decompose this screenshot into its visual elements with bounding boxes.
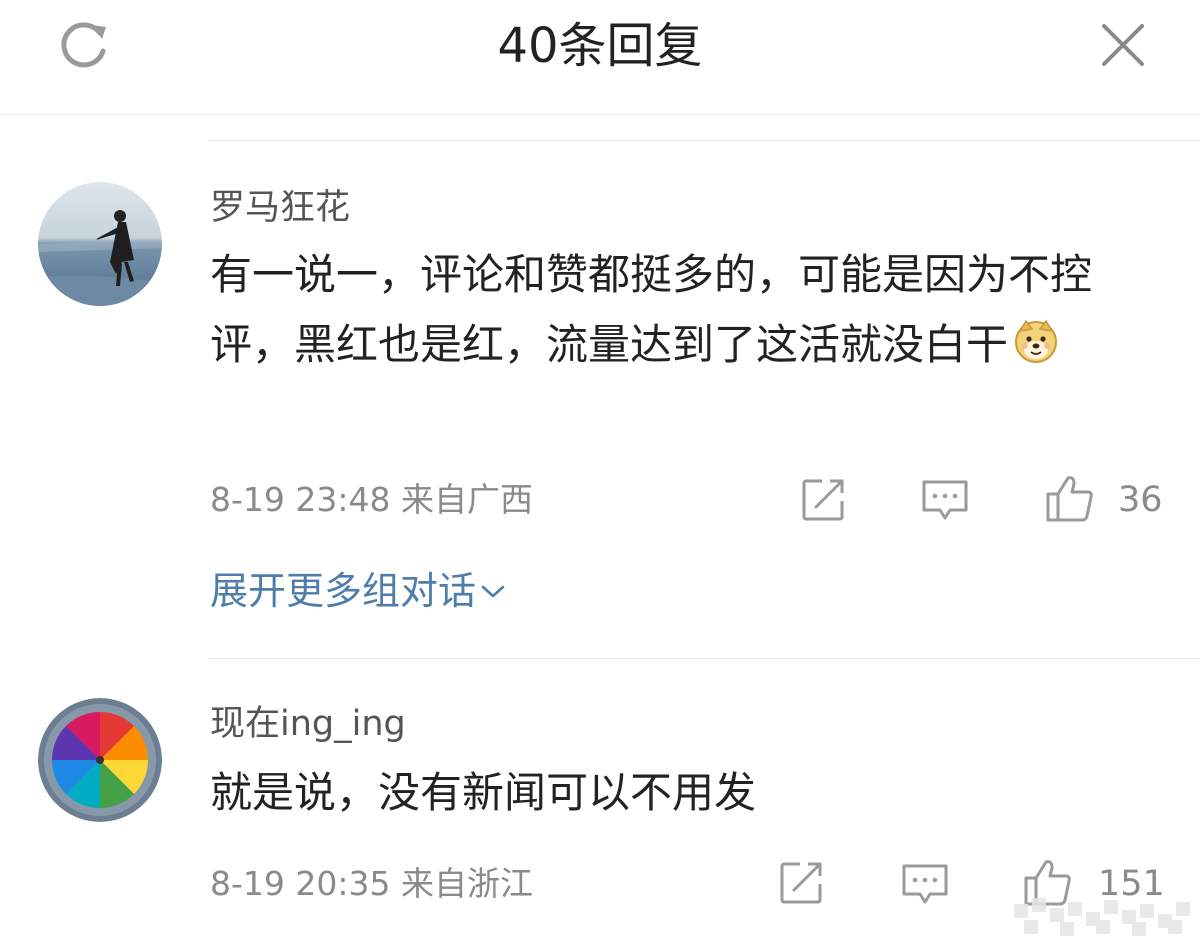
comment-icon[interactable] — [900, 862, 950, 908]
divider — [208, 140, 1200, 141]
timestamp: 8-19 20:35 — [210, 864, 391, 903]
divider — [208, 658, 1200, 659]
comment-text-body: 有一说一，评论和赞都挺多的，可能是因为不控评，黑红也是红，流量达到了这活就没白干 — [210, 250, 1093, 369]
comment-text: 就是说，没有新闻可以不用发 — [210, 768, 757, 817]
header-bar: 40条回复 — [0, 0, 1200, 115]
timestamp: 8-19 23:48 — [210, 480, 391, 519]
page-title: 40条回复 — [497, 18, 703, 74]
doge-emoji — [1012, 316, 1060, 386]
location: 来自浙江 — [401, 864, 533, 903]
avatar[interactable] — [38, 698, 162, 822]
close-icon[interactable] — [1098, 20, 1148, 70]
comment-icon[interactable] — [920, 478, 970, 524]
replies-panel: 40条回复 罗马狂花 有一说一，评论和赞都挺多的，可能是因为不控评，黑红也是红，… — [0, 0, 1200, 940]
username[interactable]: 现在ing_ing — [210, 702, 406, 746]
comment-meta: 8-19 23:48 来自广西 — [210, 478, 533, 522]
expand-more-label: 展开更多组对话 — [210, 569, 477, 613]
avatar[interactable] — [38, 182, 162, 306]
location: 来自广西 — [401, 480, 533, 519]
expand-more-link[interactable]: 展开更多组对话 — [210, 566, 506, 616]
comment-text: 有一说一，评论和赞都挺多的，可能是因为不控评，黑红也是红，流量达到了这活就没白干 — [210, 240, 1170, 386]
repost-icon[interactable] — [800, 477, 846, 523]
watermark — [1014, 898, 1190, 936]
like-count: 36 — [1118, 480, 1163, 520]
chevron-down-icon — [481, 585, 505, 598]
repost-icon[interactable] — [778, 860, 824, 906]
comment-meta: 8-19 20:35 来自浙江 — [210, 862, 533, 906]
like-icon[interactable] — [1044, 472, 1096, 524]
username[interactable]: 罗马狂花 — [210, 186, 350, 230]
